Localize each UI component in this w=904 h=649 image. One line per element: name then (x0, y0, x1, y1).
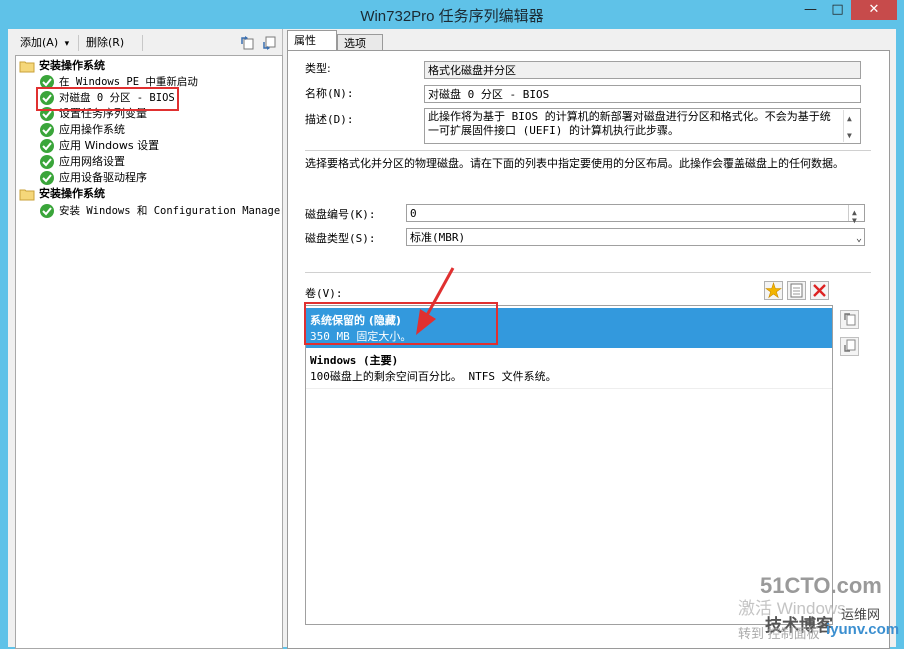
tree-toolbar: 添加(A) ▾ 删除(R) (8, 32, 282, 54)
disk-number-value: 0 (410, 207, 417, 220)
tree-item-label: 应用 Windows 设置 (59, 139, 160, 152)
properties-panel: 类型: 格式化磁盘并分区 名称(N): 对磁盘 0 分区 - BIOS 描述(D… (287, 50, 890, 649)
chevron-down-icon: ▾ (64, 39, 70, 49)
window-title: Win732Pro 任务序列编辑器 (360, 8, 544, 25)
watermark-url: iyunv.com (826, 621, 900, 638)
type-field: 格式化磁盘并分区 (424, 61, 861, 79)
volume-name: Windows (主要) (310, 354, 399, 367)
move-down-icon (844, 339, 856, 352)
delete-volume-button[interactable] (810, 281, 829, 300)
title-bar: Win732Pro 任务序列编辑器 — □ ✕ (0, 0, 904, 29)
type-label: 类型: (305, 62, 331, 75)
scroll-down-icon[interactable]: ▼ (847, 129, 852, 143)
editor-client-area: 添加(A) ▾ 删除(R) 安装操作系统 在 Windows PE 中重新启动 … (8, 29, 900, 649)
properties-pane: 属性 选项 类型: 格式化磁盘并分区 名称(N): 对磁盘 0 分区 - BIO… (284, 29, 896, 649)
name-field[interactable]: 对磁盘 0 分区 - BIOS (424, 85, 861, 103)
highlight-box (36, 87, 179, 111)
spin-buttons[interactable]: ▲ ▼ (848, 205, 864, 225)
delete-button[interactable]: 删除(R) (86, 34, 124, 50)
move-volume-down-button[interactable] (840, 337, 859, 356)
disk-number-stepper[interactable]: 0 ▲ ▼ (406, 204, 865, 225)
tree-item-label: 应用设备驱动程序 (59, 171, 147, 184)
folder-icon (19, 61, 35, 73)
instruction-text: 选择要格式化并分区的物理磁盘。请在下面的列表中指定要使用的分区布局。此操作会覆盖… (305, 157, 844, 170)
volume-properties-button[interactable] (787, 281, 806, 300)
description-label: 描述(D): (305, 113, 354, 126)
move-up-icon[interactable] (239, 35, 255, 51)
volumes-list[interactable]: 系统保留的 (隐藏) 350 MB 固定大小。 Windows (主要) 100… (304, 302, 833, 625)
add-label: 添加(A) (20, 36, 59, 49)
new-volume-button[interactable] (764, 281, 783, 300)
toolbar-divider (142, 35, 143, 51)
divider (305, 272, 871, 273)
watermark-control-panel: 转到 控制面板 (738, 626, 820, 641)
check-icon (40, 204, 54, 218)
divider (305, 150, 871, 151)
highlight-box (304, 302, 498, 345)
toolbar-divider (78, 35, 79, 51)
tree-group-label: 安装操作系统 (39, 59, 105, 72)
disk-number-label: 磁盘编号(K): (305, 208, 376, 221)
description-field[interactable]: 此操作将为基于 BIOS 的计算机的新部署对磁盘进行分区和格式化。不会为基于统一… (424, 108, 861, 144)
check-icon (40, 123, 54, 137)
description-text: 此操作将为基于 BIOS 的计算机的新部署对磁盘进行分区和格式化。不会为基于统一… (428, 110, 831, 137)
tree-item-label: 应用操作系统 (59, 123, 125, 136)
star-icon (765, 282, 782, 299)
disk-type-value: 标准(MBR) (410, 231, 466, 244)
chevron-down-icon[interactable]: ⌄ (856, 230, 862, 248)
volume-detail: 100磁盘上的剩余空间百分比。 NTFS 文件系统。 (310, 370, 557, 383)
check-icon (40, 171, 54, 185)
move-volume-up-button[interactable] (840, 310, 859, 329)
maximize-button[interactable]: □ (824, 0, 851, 20)
disk-type-select[interactable]: 标准(MBR) ⌄ (406, 228, 865, 246)
delete-icon (813, 284, 826, 297)
close-button[interactable]: ✕ (851, 0, 897, 20)
task-sequence-tree[interactable]: 安装操作系统 在 Windows PE 中重新启动 对磁盘 0 分区 - BIO… (15, 55, 283, 649)
annotation-arrow-icon (416, 267, 455, 335)
volumes-label: 卷(V): (305, 287, 343, 300)
add-menu-button[interactable]: 添加(A) ▾ (20, 34, 69, 50)
properties-icon (790, 283, 803, 298)
scroll-up-icon[interactable]: ▲ (847, 112, 852, 126)
tree-item-label: 应用网络设置 (59, 155, 125, 168)
move-down-icon[interactable] (261, 35, 277, 51)
description-scrollbar[interactable]: ▲ ▼ (843, 110, 859, 142)
minimize-button[interactable]: — (797, 0, 824, 20)
check-icon (40, 139, 54, 153)
check-icon (40, 155, 54, 169)
tree-group-label: 安装操作系统 (39, 187, 105, 200)
tree-item-label: 安装 Windows 和 Configuration Manager (59, 205, 283, 217)
disk-type-label: 磁盘类型(S): (305, 232, 376, 245)
list-item[interactable]: Windows (主要) 100磁盘上的剩余空间百分比。 NTFS 文件系统。 (306, 348, 832, 389)
name-label: 名称(N): (305, 87, 354, 100)
task-sequence-pane: 添加(A) ▾ 删除(R) 安装操作系统 在 Windows PE 中重新启动 … (8, 29, 283, 649)
folder-icon (19, 189, 35, 201)
move-up-icon (844, 313, 856, 326)
